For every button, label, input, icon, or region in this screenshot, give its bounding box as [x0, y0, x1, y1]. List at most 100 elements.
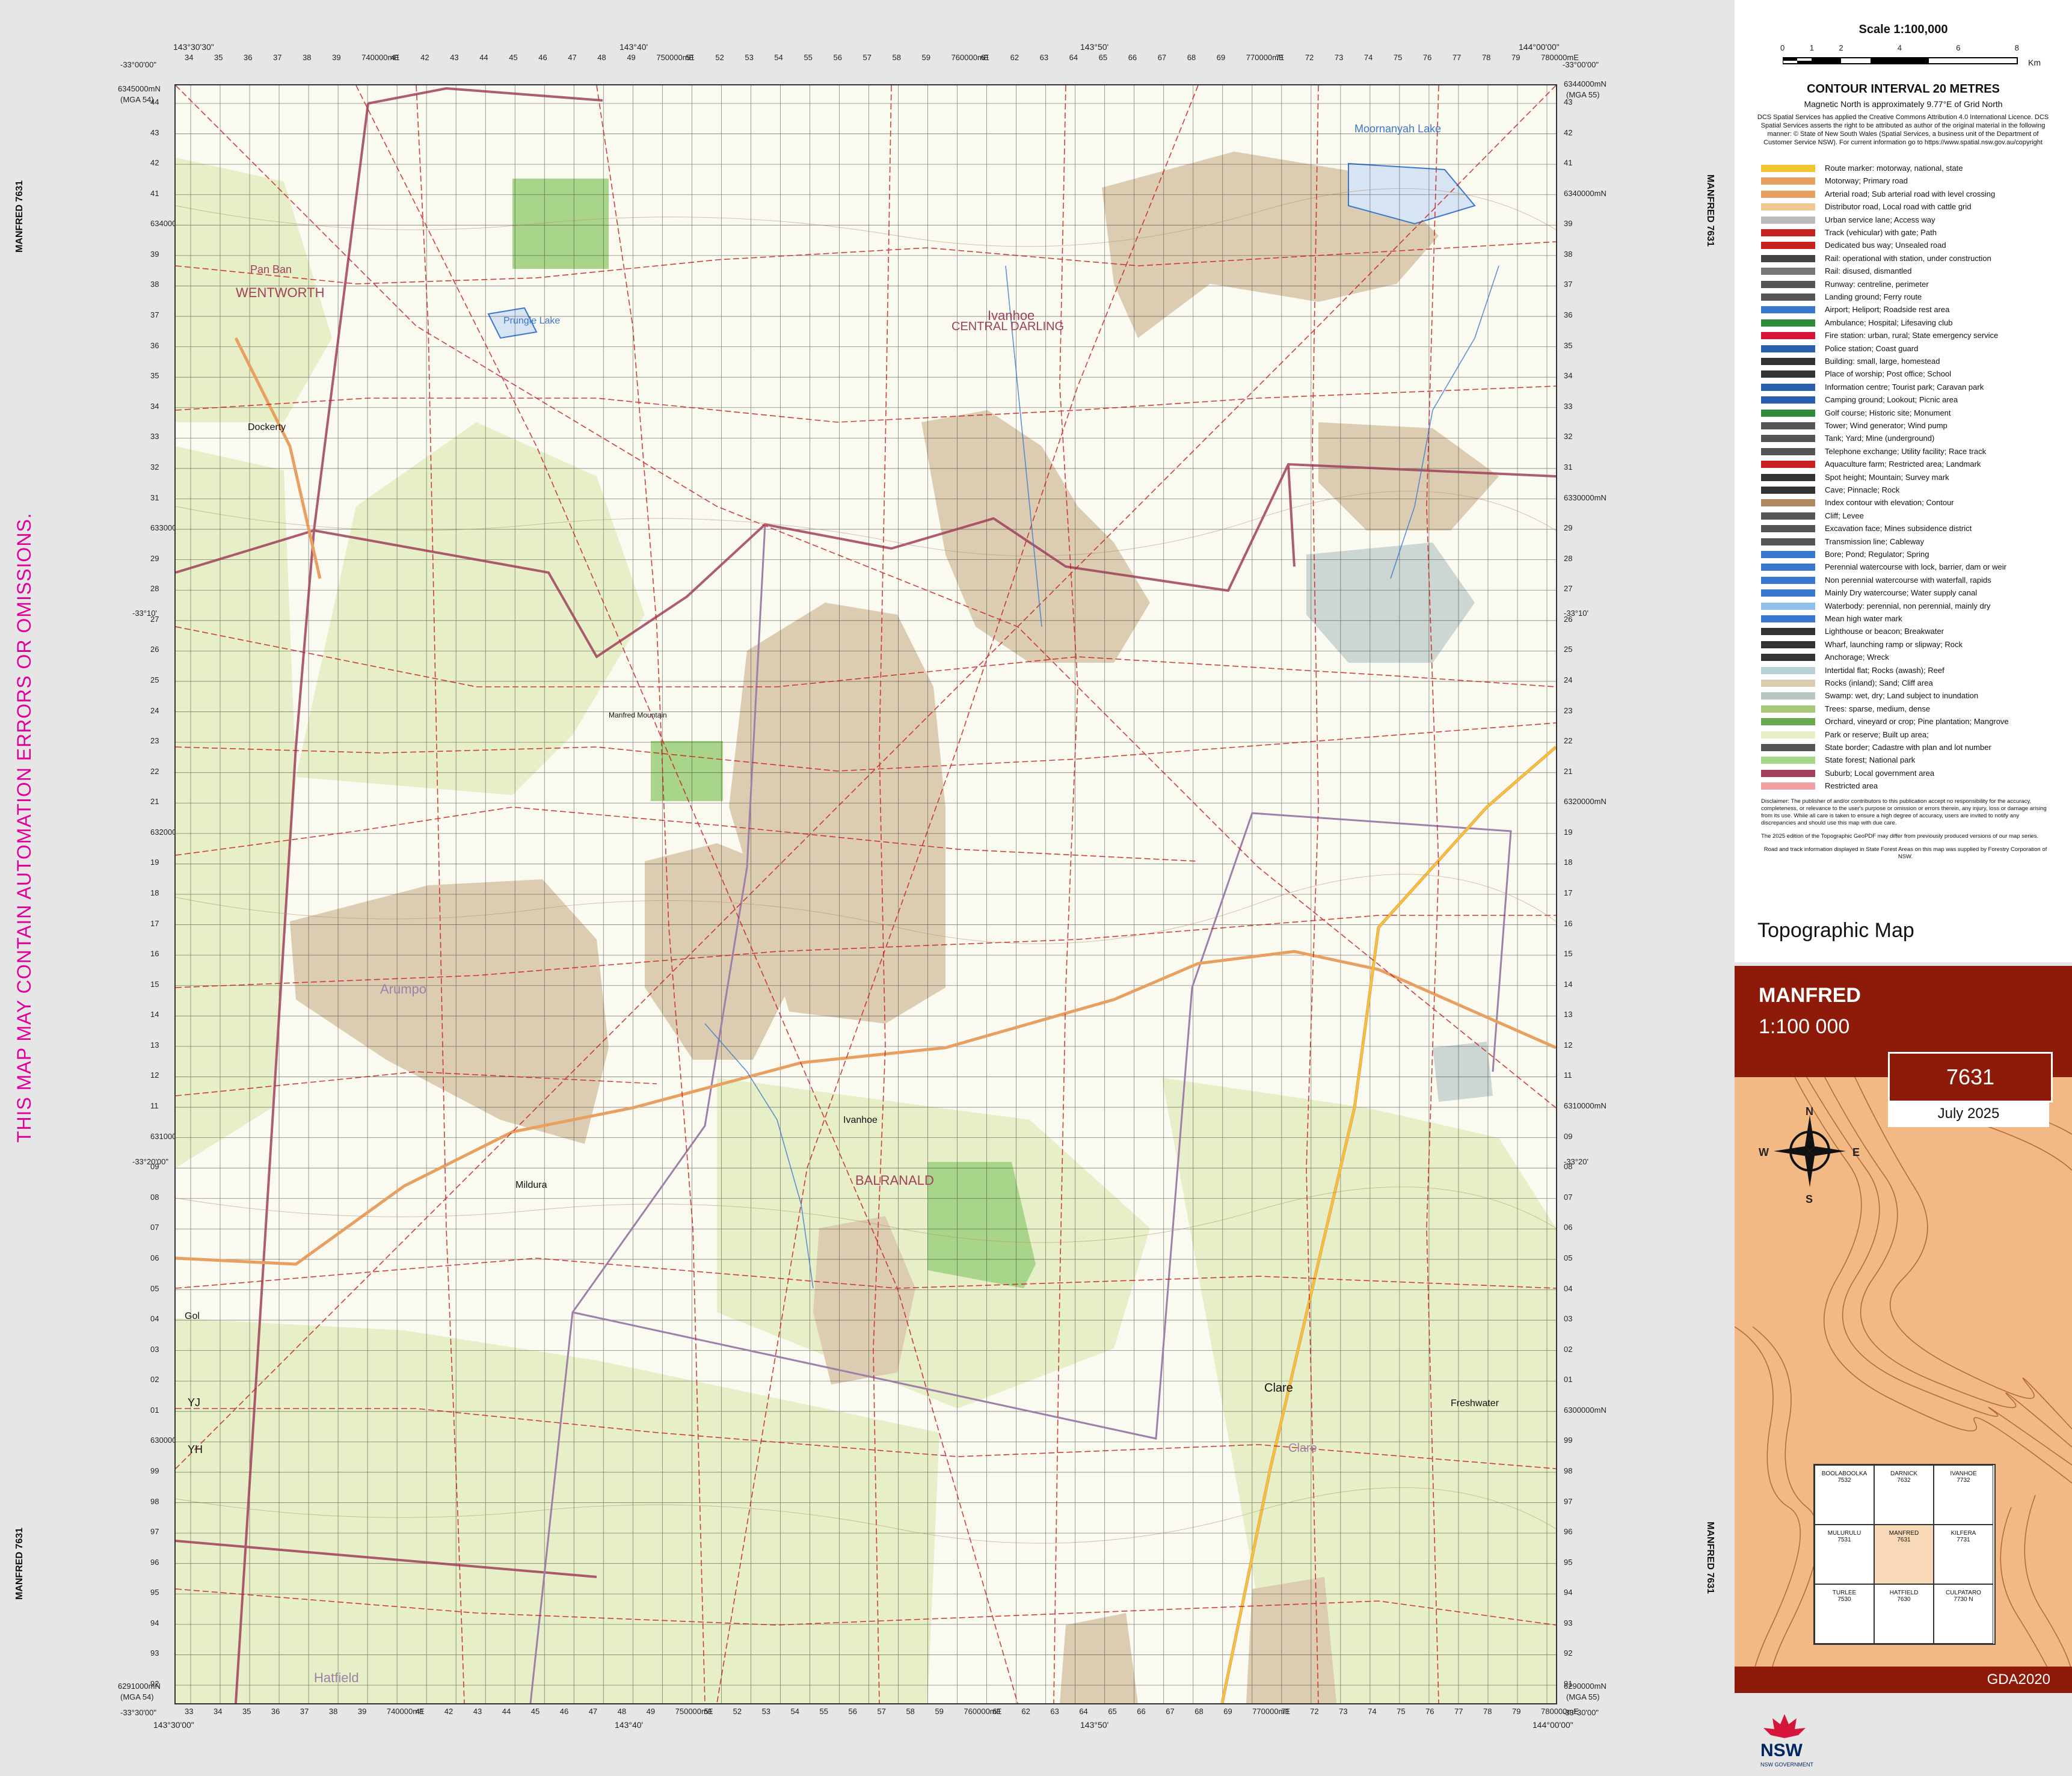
- edition-date: July 2025: [1888, 1101, 2049, 1127]
- grid-tick-label: 41: [1564, 158, 1573, 168]
- legend-label: State forest; National park: [1825, 755, 1916, 765]
- map-body[interactable]: Ivanhoe WENTWORTH CENTRAL DARLING BALRAN…: [174, 84, 1557, 1704]
- grid-tick-label: 38: [1564, 249, 1573, 259]
- grid-tick-label: 39: [150, 249, 159, 259]
- grid-tick-label: 29: [1564, 523, 1573, 533]
- datum-label: GDA2020: [1987, 1671, 2050, 1688]
- grid-tick-label: 98: [150, 1496, 159, 1506]
- grid-tick-label: 49: [627, 53, 636, 62]
- grid-tick-label: 12: [150, 1071, 159, 1080]
- grid-tick-label: 27: [150, 614, 159, 624]
- legend-label: Spot height; Mountain; Survey mark: [1825, 472, 1949, 482]
- grid-tick-label: 34: [213, 1707, 223, 1716]
- grid-tick-label: 22: [150, 766, 159, 776]
- disclaimer: Disclaimer: The publisher of and/or cont…: [1761, 798, 2050, 861]
- legend-label: Route marker: motorway, national, state: [1825, 164, 1963, 173]
- index-sheet-cell: HATFIELD 7630: [1874, 1584, 1934, 1644]
- legend-label: Distributor road, Local road with cattle…: [1825, 202, 1972, 212]
- scale-title: Scale 1:100,000: [1858, 23, 1948, 36]
- grid-tick-label: 42: [150, 158, 159, 168]
- nsw-government-logo: NSW NSW GOVERNMENT: [1760, 1714, 1814, 1768]
- svg-text:NSW: NSW: [1760, 1741, 1803, 1760]
- left-sheet-label-top: MANFRED 7631: [14, 180, 25, 253]
- copyright-notice: DCS Spatial Services has applied the Cre…: [1757, 114, 2049, 146]
- index-sheet-name: CULPATARO: [1946, 1590, 1981, 1596]
- grid-tick-label: 33: [185, 1707, 194, 1716]
- grid-tick-label: 46: [538, 53, 547, 62]
- compass-n: N: [1806, 1105, 1813, 1117]
- legend-symbol: [1761, 177, 1815, 185]
- index-sheet-number: 7632: [1897, 1477, 1911, 1484]
- grid-tick-label: 27: [1564, 584, 1573, 594]
- legend-label: Orchard, vineyard or crop; Pine plantati…: [1825, 717, 2009, 727]
- legend-label: Mainly Dry watercourse; Water supply can…: [1825, 588, 1978, 598]
- grid-tick-label: 13: [150, 1040, 159, 1049]
- grid-tick-label: 36: [244, 53, 253, 62]
- label-road-dockerty: Dockerty: [248, 422, 286, 432]
- contour-interval: CONTOUR INTERVAL 20 METRES: [1807, 82, 2000, 96]
- legend-label: Airport; Heliport; Roadside rest area: [1825, 305, 1950, 315]
- grid-tick-label: 05: [1564, 1253, 1573, 1262]
- grid-tick-label: 76: [1422, 53, 1432, 62]
- mid-lon-bottom-a: 143°40': [615, 1720, 644, 1730]
- grid-tick-label: 28: [150, 584, 159, 594]
- index-sheet-name: BOOLABOOLKA: [1821, 1470, 1868, 1477]
- grid-tick-label: 11: [150, 1101, 159, 1111]
- grid-tick-label: 63: [1050, 1707, 1059, 1716]
- grid-tick-label: 16: [1564, 918, 1573, 928]
- grid-tick-label: 93: [150, 1648, 159, 1658]
- grid-tick-label: 52: [733, 1707, 742, 1716]
- grid-tick-label: 33: [1564, 401, 1573, 411]
- grid-tick-label: 67: [1157, 53, 1167, 62]
- label-hatfield: Hatfield: [314, 1670, 359, 1685]
- legend-symbol: [1761, 705, 1815, 713]
- topographic-map-canvas[interactable]: [176, 85, 1556, 1703]
- grid-tick-label: 53: [745, 53, 754, 62]
- grid-tick-label: 43: [473, 1707, 482, 1716]
- grid-tick-label: 41: [391, 53, 400, 62]
- grid-tick-label: 41: [415, 1707, 425, 1716]
- label-wentworth: WENTWORTH: [236, 285, 325, 300]
- grid-tick-label: 54: [774, 53, 783, 62]
- grid-tick-label: 09: [1564, 1131, 1573, 1141]
- legend-symbol: [1761, 447, 1815, 455]
- compass-e: E: [1852, 1146, 1860, 1158]
- legend-symbol: [1761, 435, 1815, 443]
- grid-tick-label: 780000mE: [1541, 1707, 1579, 1716]
- grid-tick-label: 39: [332, 53, 341, 62]
- legend-label: Waterbody: perennial, non perennial, mai…: [1825, 601, 1991, 610]
- legend-label: Fire station: urban, rural; State emerge…: [1825, 331, 1999, 340]
- legend-label: Rail: disused, dismantled: [1825, 266, 1912, 276]
- legend-label: Rocks (inland); Sand; Cliff area: [1825, 678, 1933, 687]
- scale-unit: Km: [2028, 58, 2041, 67]
- index-sheet-name: HATFIELD: [1889, 1590, 1919, 1596]
- right-sheet-label-top: MANFRED 7631: [1705, 174, 1715, 247]
- legend-label: Rail: operational with station, under co…: [1825, 253, 1991, 263]
- legend-symbol: [1761, 422, 1815, 429]
- legend-label: Arterial road; Sub arterial road with le…: [1825, 189, 1996, 198]
- grid-tick-label: 32: [1564, 432, 1573, 441]
- grid-tick-label: 05: [150, 1283, 159, 1293]
- legend-label: Park or reserve; Built up area;: [1825, 730, 1929, 739]
- grid-tick-label: 38: [303, 53, 312, 62]
- legend-symbol: [1761, 216, 1815, 224]
- grid-tick-label: 38: [150, 280, 159, 289]
- datum-bar: GDA2020: [1735, 1667, 2072, 1693]
- scale-tick: 4: [1897, 43, 1902, 52]
- label-road-freshwater: Freshwater: [1451, 1398, 1499, 1409]
- legend-symbol: [1761, 602, 1815, 610]
- legend-symbol: [1761, 254, 1815, 262]
- grid-tick-label: 66: [1128, 53, 1137, 62]
- grid-tick-label: 35: [150, 371, 159, 381]
- grid-tick-label: 77: [1452, 53, 1462, 62]
- legend-symbol: [1761, 615, 1815, 622]
- grid-tick-label: 74: [1368, 1707, 1377, 1716]
- legend-symbol: [1761, 512, 1815, 520]
- grid-tick-label: 35: [1564, 340, 1573, 350]
- index-sheet-number: 7732: [1957, 1477, 1970, 1484]
- grid-tick-label: 95: [150, 1588, 159, 1597]
- grid-tick-label: 37: [1564, 280, 1573, 289]
- grid-tick-label: 47: [588, 1707, 598, 1716]
- grid-tick-label: 23: [150, 736, 159, 746]
- index-sheet-name: DARNICK: [1890, 1470, 1917, 1477]
